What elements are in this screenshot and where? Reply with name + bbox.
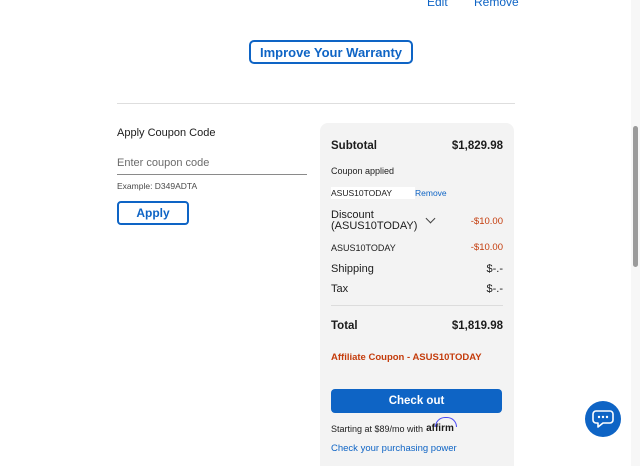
scrollbar-thumb[interactable]	[633, 126, 638, 267]
coupon-title: Apply Coupon Code	[117, 127, 216, 139]
purchasing-power-link[interactable]: Check your purchasing power	[331, 443, 457, 454]
coupon-code-input[interactable]	[117, 151, 307, 175]
discount-detail-code: ASUS10TODAY	[331, 242, 396, 253]
discount-detail-value: -$10.00	[470, 242, 503, 253]
subtotal-row: Subtotal $1,829.98	[331, 140, 503, 152]
applied-coupon-row: ASUS10TODAY Remove	[331, 187, 503, 199]
affirm-arc-icon	[435, 417, 458, 427]
applied-coupon-code: ASUS10TODAY	[331, 187, 415, 199]
chat-bubble-icon	[592, 410, 614, 428]
order-summary-panel: Subtotal $1,829.98 Coupon applied ASUS10…	[320, 123, 514, 466]
discount-row[interactable]: Discount (ASUS10TODAY) -$10.00	[331, 210, 503, 232]
affirm-financing-line: Starting at $89/mo with affirm	[331, 417, 458, 434]
remove-coupon-link[interactable]: Remove	[415, 188, 447, 198]
page-scrollbar[interactable]	[631, 0, 640, 466]
edit-link[interactable]: Edit	[427, 0, 448, 9]
tax-row: Tax $-.-	[331, 283, 503, 295]
chat-support-button[interactable]	[585, 401, 621, 437]
coupon-applied-label: Coupon applied	[331, 166, 395, 176]
total-label: Total	[331, 320, 358, 332]
shipping-label: Shipping	[331, 263, 374, 275]
section-divider	[117, 103, 515, 104]
total-row: Total $1,819.98	[331, 320, 503, 332]
apply-coupon-button[interactable]: Apply	[117, 201, 189, 225]
summary-divider	[331, 305, 503, 306]
remove-item-link[interactable]: Remove	[474, 0, 519, 9]
discount-detail-row: ASUS10TODAY -$10.00	[331, 242, 503, 253]
discount-label: Discount (ASUS10TODAY)	[331, 209, 418, 232]
total-value: $1,819.98	[451, 320, 503, 332]
shipping-row: Shipping $-.-	[331, 263, 503, 275]
subtotal-label: Subtotal	[331, 140, 377, 152]
checkout-button[interactable]: Check out	[331, 389, 502, 413]
coupon-applied-row: Coupon applied	[331, 166, 503, 176]
tax-value: $-.-	[486, 283, 504, 295]
tax-label: Tax	[331, 283, 349, 295]
affiliate-coupon-text: Affiliate Coupon - ASUS10TODAY	[331, 352, 482, 363]
coupon-example-text: Example: D349ADTA	[117, 181, 198, 191]
discount-value: -$10.00	[470, 215, 503, 227]
subtotal-value: $1,829.98	[451, 140, 503, 152]
affirm-text: Starting at $89/mo with	[331, 423, 424, 434]
affirm-logo: affirm	[426, 417, 458, 434]
improve-warranty-button[interactable]: Improve Your Warranty	[249, 40, 413, 64]
shipping-value: $-.-	[486, 263, 504, 275]
